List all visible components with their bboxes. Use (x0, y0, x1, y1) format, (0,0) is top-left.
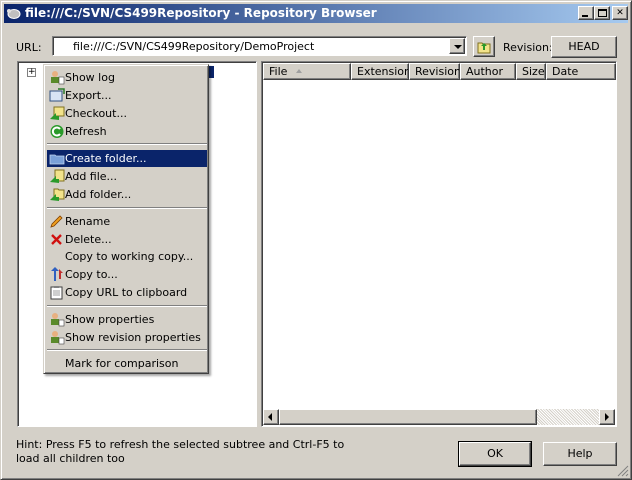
delete-icon (51, 234, 62, 245)
menu-item-show-revision-properties[interactable]: Show revision properties (47, 329, 207, 346)
properties-icon (51, 313, 65, 327)
menu-item-rename[interactable]: Rename (47, 213, 207, 230)
menu-separator (47, 143, 207, 145)
sort-ascending-icon (296, 69, 302, 73)
minimize-icon (582, 15, 588, 17)
scroll-left-button[interactable] (263, 409, 279, 425)
help-button[interactable]: Help (543, 442, 617, 466)
menu-item-copy-to-working-copy[interactable]: Copy to working copy... (47, 248, 207, 265)
url-label: URL: (16, 41, 42, 54)
url-combobox[interactable]: file:///C:/SVN/CS499Repository/DemoProje… (52, 36, 467, 56)
maximize-icon (598, 9, 607, 17)
checkout-icon (50, 106, 65, 120)
title-bar[interactable]: file:///C:/SVN/CS499Repository - Reposit… (4, 4, 628, 23)
file-list[interactable]: File Extension Revision Author Size Date (261, 61, 617, 427)
url-dropdown-button[interactable] (449, 38, 465, 54)
horizontal-scrollbar[interactable] (263, 409, 615, 425)
column-header-file[interactable]: File (263, 63, 351, 80)
menu-item-checkout[interactable]: Checkout... (47, 105, 207, 122)
column-header-date[interactable]: Date (546, 63, 616, 80)
hint-text: Hint: Press F5 to refresh the selected s… (16, 438, 345, 465)
revision-properties-icon (51, 331, 65, 345)
menu-item-delete[interactable]: Delete... (47, 231, 207, 248)
repository-browser-window: file:///C:/SVN/CS499Repository - Reposit… (0, 0, 632, 480)
resize-grip-icon[interactable] (617, 465, 629, 477)
arrow-right-icon (605, 413, 609, 421)
ok-button[interactable]: OK (458, 441, 532, 467)
column-header-size[interactable]: Size (516, 63, 546, 80)
context-menu: Show log Export... Checkout... Refresh C… (43, 64, 209, 374)
chevron-down-icon (454, 45, 462, 49)
menu-separator (47, 305, 207, 307)
minimize-button[interactable] (578, 6, 594, 20)
add-file-icon (50, 169, 65, 183)
menu-separator (47, 207, 207, 209)
copy-to-icon (51, 267, 63, 281)
export-icon (49, 88, 65, 102)
column-header-author[interactable]: Author (460, 63, 516, 80)
column-header-revision[interactable]: Revision (409, 63, 460, 80)
clipboard-icon (50, 286, 63, 300)
show-log-icon (51, 71, 65, 85)
menu-item-copy-to[interactable]: Copy to... (47, 266, 207, 283)
tree-expand-toggle[interactable]: + (27, 68, 36, 77)
close-button[interactable]: ✕ (612, 6, 628, 20)
browse-folder-button[interactable] (473, 36, 495, 57)
window-title: file:///C:/SVN/CS499Repository - Reposit… (25, 6, 377, 20)
url-value[interactable]: file:///C:/SVN/CS499Repository/DemoProje… (73, 40, 314, 53)
menu-item-create-folder[interactable]: Create folder... (47, 150, 207, 167)
column-header-extension[interactable]: Extension (351, 63, 409, 80)
menu-item-copy-url[interactable]: Copy URL to clipboard (47, 284, 207, 301)
menu-item-refresh[interactable]: Refresh (47, 123, 207, 140)
menu-item-mark-for-comparison[interactable]: Mark for comparison (47, 355, 207, 372)
arrow-left-icon (268, 413, 272, 421)
menu-separator (47, 349, 207, 351)
menu-item-export[interactable]: Export... (47, 87, 207, 104)
close-icon: ✕ (616, 8, 624, 18)
rename-icon (50, 215, 63, 228)
menu-item-add-file[interactable]: Add file... (47, 168, 207, 185)
menu-item-show-properties[interactable]: Show properties (47, 311, 207, 328)
menu-item-show-log[interactable]: Show log (47, 69, 207, 86)
menu-item-add-folder[interactable]: Add folder... (47, 186, 207, 203)
refresh-icon (50, 125, 64, 138)
scroll-thumb[interactable] (279, 409, 537, 425)
revision-label: Revision: (503, 41, 553, 54)
revision-head-button[interactable]: HEAD (551, 36, 617, 58)
create-folder-icon (49, 154, 65, 165)
folder-up-icon (477, 42, 491, 54)
maximize-button[interactable] (594, 6, 610, 20)
scroll-right-button[interactable] (599, 409, 615, 425)
add-folder-icon (50, 188, 65, 201)
tortoise-app-icon (7, 9, 21, 19)
